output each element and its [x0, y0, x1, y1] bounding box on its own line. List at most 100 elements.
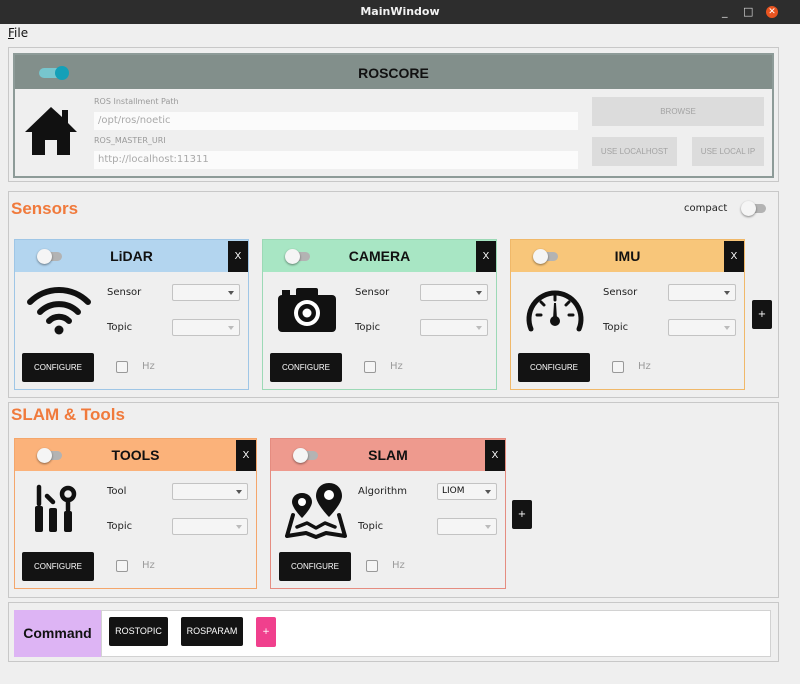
chevron-down-icon [476, 291, 482, 295]
imu-sensor-label: Sensor [603, 287, 638, 298]
tools-card-header: TOOLS X [15, 439, 256, 471]
browse-button[interactable]: BROWSE [592, 97, 764, 126]
minimize-button[interactable]: _ [722, 5, 728, 18]
command-label: Command [14, 610, 101, 657]
imu-configure-button[interactable]: CONFIGURE [518, 353, 590, 382]
slam-card-header: SLAM X [271, 439, 505, 471]
rostopic-button[interactable]: ROSTOPIC [109, 617, 168, 646]
imu-title: IMU [614, 248, 641, 264]
lidar-title: LiDAR [110, 248, 153, 264]
lidar-sensor-label: Sensor [107, 287, 142, 298]
map-icon [285, 483, 347, 539]
chevron-down-icon [228, 326, 234, 330]
tools-hz-checkbox[interactable] [116, 560, 128, 572]
compact-toggle[interactable] [741, 201, 766, 216]
camera-card: CAMERA X Sensor Topic CONFIGURE Hz [262, 239, 497, 390]
imu-hz-checkbox[interactable] [612, 361, 624, 373]
lidar-card: LiDAR X Sensor Topic CONFIGURE Hz [14, 239, 249, 390]
camera-hz-checkbox[interactable] [364, 361, 376, 373]
camera-remove-button[interactable]: X [476, 241, 496, 272]
slam-tools-title: SLAM & Tools [11, 405, 125, 424]
slam-hz-label: Hz [392, 560, 405, 571]
roscore-panel: ROSCORE ROS Installment Path /opt/ros/no… [13, 53, 774, 178]
ros-master-uri-label: ROS_MASTER_URI [94, 136, 166, 145]
menubar: File [0, 24, 800, 44]
slam-title: SLAM [368, 447, 408, 463]
camera-configure-button[interactable]: CONFIGURE [270, 353, 342, 382]
tools-configure-button[interactable]: CONFIGURE [22, 552, 94, 581]
close-window-button[interactable]: ✕ [766, 6, 778, 18]
tools-topic-label: Topic [107, 521, 133, 532]
chevron-down-icon [724, 326, 730, 330]
roscore-title: ROSCORE [358, 65, 429, 81]
ros-master-uri-input[interactable]: http://localhost:11311 [94, 151, 578, 169]
camera-topic-label: Topic [355, 322, 381, 333]
lidar-topic-select[interactable] [172, 319, 240, 336]
sensors-title: Sensors [11, 199, 79, 218]
rosparam-button[interactable]: ROSPARAM [181, 617, 243, 646]
chevron-down-icon [724, 291, 730, 295]
tools-hz-label: Hz [142, 560, 155, 571]
chevron-down-icon [236, 525, 242, 529]
camera-hz-label: Hz [390, 361, 403, 372]
file-label: ile [14, 26, 29, 40]
home-icon [25, 107, 77, 155]
tools-tool-label: Tool [107, 486, 127, 497]
chevron-down-icon [485, 490, 491, 494]
camera-title: CAMERA [348, 248, 411, 264]
lidar-remove-button[interactable]: X [228, 241, 248, 272]
compact-label: compact [684, 203, 728, 214]
add-slam-tool-button[interactable]: + [512, 500, 532, 529]
lidar-hz-checkbox[interactable] [116, 361, 128, 373]
camera-icon [278, 288, 336, 332]
tools-icon [35, 484, 77, 532]
imu-card: IMU X Sensor Topic CONFIGURE Hz [510, 239, 745, 390]
tools-remove-button[interactable]: X [236, 440, 256, 471]
lidar-topic-label: Topic [107, 322, 133, 333]
tools-title: TOOLS [111, 447, 160, 463]
slam-algorithm-label: Algorithm [358, 486, 407, 497]
slam-topic-label: Topic [358, 521, 384, 532]
use-local-ip-button[interactable]: USE LOCAL IP [692, 137, 764, 166]
camera-sensor-label: Sensor [355, 287, 390, 298]
window-title: MainWindow [360, 5, 440, 18]
slam-algorithm-value: LIOM [442, 486, 465, 496]
slam-topic-select[interactable] [437, 518, 497, 535]
gauge-icon [526, 290, 584, 332]
camera-card-header: CAMERA X [263, 240, 496, 272]
chevron-down-icon [228, 291, 234, 295]
tools-tool-select[interactable] [172, 483, 248, 500]
slam-algorithm-select[interactable]: LIOM [437, 483, 497, 500]
slam-hz-checkbox[interactable] [366, 560, 378, 572]
slam-configure-button[interactable]: CONFIGURE [279, 552, 351, 581]
imu-card-header: IMU X [511, 240, 744, 272]
imu-topic-label: Topic [603, 322, 629, 333]
wifi-icon [27, 287, 91, 335]
tools-card: TOOLS X Tool Topic CONFIGURE Hz [14, 438, 257, 589]
add-sensor-button[interactable]: + [752, 300, 772, 329]
roscore-header: ROSCORE [15, 55, 772, 89]
lidar-hz-label: Hz [142, 361, 155, 372]
chevron-down-icon [476, 326, 482, 330]
ros-path-input[interactable]: /opt/ros/noetic [94, 112, 578, 130]
chevron-down-icon [485, 525, 491, 529]
use-localhost-button[interactable]: USE LOCALHOST [592, 137, 677, 166]
slam-remove-button[interactable]: X [485, 440, 505, 471]
menu-file[interactable]: File [8, 26, 28, 40]
imu-hz-label: Hz [638, 361, 651, 372]
lidar-card-header: LiDAR X [15, 240, 248, 272]
chevron-down-icon [236, 490, 242, 494]
imu-sensor-select[interactable] [668, 284, 736, 301]
lidar-configure-button[interactable]: CONFIGURE [22, 353, 94, 382]
add-command-button[interactable]: + [256, 617, 276, 647]
camera-topic-select[interactable] [420, 319, 488, 336]
camera-sensor-select[interactable] [420, 284, 488, 301]
imu-remove-button[interactable]: X [724, 241, 744, 272]
maximize-button[interactable]: □ [743, 5, 753, 18]
slam-card: SLAM X Algorithm LIOM Topic CONFIGURE Hz [270, 438, 506, 589]
ros-path-label: ROS Installment Path [94, 97, 179, 106]
tools-topic-select[interactable] [172, 518, 248, 535]
window-titlebar: MainWindow _ □ ✕ [0, 0, 800, 24]
lidar-sensor-select[interactable] [172, 284, 240, 301]
imu-topic-select[interactable] [668, 319, 736, 336]
